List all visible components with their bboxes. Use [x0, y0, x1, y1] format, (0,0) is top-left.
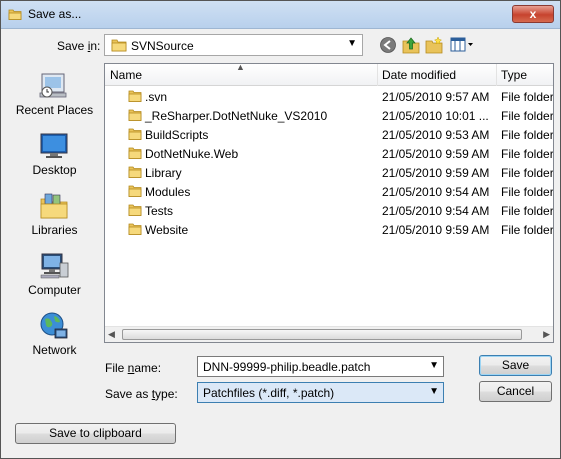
place-label: Computer	[28, 283, 81, 297]
cancel-button[interactable]: Cancel	[479, 381, 552, 402]
scroll-left-icon[interactable]: ◀	[108, 329, 115, 340]
file-name: Website	[145, 223, 189, 237]
save-button[interactable]: Save	[479, 355, 552, 376]
file-type: File folder	[501, 109, 554, 123]
place-libraries[interactable]: Libraries	[10, 187, 99, 247]
file-type: File folder	[501, 147, 554, 161]
file-row[interactable]: BuildScripts 21/05/2010 9:53 AM File fol…	[105, 125, 553, 144]
places-bar: Recent Places Desktop Libraries Computer…	[10, 63, 99, 373]
save-type-value: Patchfiles (*.diff, *.patch)	[203, 386, 335, 400]
file-type: File folder	[501, 204, 554, 218]
place-recent-places[interactable]: Recent Places	[10, 67, 99, 127]
file-date: 21/05/2010 9:54 AM	[382, 185, 490, 199]
save-in-label: Save in:	[57, 39, 101, 53]
chevron-down-icon: ▼	[347, 38, 357, 49]
file-date: 21/05/2010 10:01 ...	[382, 109, 489, 123]
file-row[interactable]: Library 21/05/2010 9:59 AM File folder	[105, 163, 553, 182]
place-label: Recent Places	[15, 103, 94, 117]
save-in-value: SVNSource	[131, 39, 194, 53]
file-date: 21/05/2010 9:59 AM	[382, 223, 490, 237]
scrollbar-thumb[interactable]	[122, 329, 522, 340]
column-header-date[interactable]: Date modified	[382, 68, 456, 82]
save-in-dropdown[interactable]: SVNSource ▼	[104, 34, 363, 56]
desktop-icon	[40, 133, 68, 158]
chevron-down-icon: ▼	[429, 386, 439, 397]
column-divider[interactable]	[496, 64, 497, 86]
file-date: 21/05/2010 9:54 AM	[382, 204, 490, 218]
file-name: Library	[145, 166, 182, 180]
file-row[interactable]: Tests 21/05/2010 9:54 AM File folder	[105, 201, 553, 220]
column-divider[interactable]	[377, 64, 378, 86]
close-icon: x	[529, 7, 537, 21]
file-type: File folder	[501, 223, 554, 237]
place-label: Network	[32, 343, 77, 357]
computer-icon	[40, 253, 69, 279]
file-name: .svn	[145, 90, 168, 104]
sort-ascending-icon: ▲	[236, 63, 245, 72]
horizontal-scrollbar[interactable]: ◀ ▶	[105, 326, 553, 342]
folder-icon	[128, 128, 142, 140]
file-row[interactable]: DotNetNuke.Web 21/05/2010 9:59 AM File f…	[105, 144, 553, 163]
file-date: 21/05/2010 9:57 AM	[382, 90, 490, 104]
file-list-header: ▲ Name Date modified Type	[105, 64, 553, 86]
file-name: BuildScripts	[145, 128, 209, 142]
place-computer[interactable]: Computer	[10, 247, 99, 307]
save-type-dropdown[interactable]: Patchfiles (*.diff, *.patch) ▼	[197, 382, 444, 403]
close-button[interactable]: x	[512, 5, 554, 23]
folder-icon	[128, 166, 142, 178]
column-header-name[interactable]: Name	[110, 68, 142, 82]
folder-icon	[128, 90, 142, 102]
network-icon	[40, 312, 68, 339]
file-date: 21/05/2010 9:53 AM	[382, 128, 490, 142]
file-type: File folder	[501, 166, 554, 180]
file-row[interactable]: Modules 21/05/2010 9:54 AM File folder	[105, 182, 553, 201]
file-name: Modules	[145, 185, 191, 199]
file-row[interactable]: _ReSharper.DotNetNuke_VS2010 21/05/2010 …	[105, 106, 553, 125]
place-network[interactable]: Network	[10, 307, 99, 367]
back-button[interactable]	[378, 35, 398, 55]
up-folder-button[interactable]	[401, 35, 421, 55]
title-bar[interactable]: Save as... x	[1, 1, 560, 29]
file-type: File folder	[501, 90, 554, 104]
window-title: Save as...	[28, 7, 82, 21]
folder-icon	[128, 204, 142, 216]
folder-icon	[8, 9, 22, 20]
place-label: Libraries	[31, 223, 78, 237]
save-to-clipboard-button[interactable]: Save to clipboard	[15, 423, 176, 444]
file-name: _ReSharper.DotNetNuke_VS2010	[145, 109, 328, 123]
save-as-dialog: Save as... x Save in: SVNSource ▼ Recent…	[0, 0, 561, 459]
file-list[interactable]: ▲ Name Date modified Type .svn 21/05/201…	[104, 63, 554, 343]
view-menu-button[interactable]	[449, 35, 475, 55]
file-name-input[interactable]: DNN-99999-philip.beadle.patch ▼	[197, 356, 444, 377]
file-name-value: DNN-99999-philip.beadle.patch	[203, 360, 371, 374]
recent-places-icon	[39, 73, 67, 98]
file-row[interactable]: .svn 21/05/2010 9:57 AM File folder	[105, 87, 553, 106]
save-type-label: Save as type:	[105, 387, 178, 401]
scroll-right-icon[interactable]: ▶	[543, 329, 550, 340]
file-name: DotNetNuke.Web	[145, 147, 239, 161]
folder-icon	[128, 147, 142, 159]
place-label: Desktop	[32, 163, 77, 177]
file-type: File folder	[501, 128, 554, 142]
folder-icon	[111, 39, 127, 52]
file-date: 21/05/2010 9:59 AM	[382, 147, 490, 161]
place-desktop[interactable]: Desktop	[10, 127, 99, 187]
chevron-down-icon[interactable]: ▼	[429, 360, 439, 371]
file-type: File folder	[501, 185, 554, 199]
file-date: 21/05/2010 9:59 AM	[382, 166, 490, 180]
new-folder-button[interactable]	[424, 35, 444, 55]
file-name-label: File name:	[105, 361, 162, 375]
folder-icon	[128, 223, 142, 235]
folder-icon	[128, 109, 142, 121]
column-header-type[interactable]: Type	[501, 68, 527, 82]
file-name: Tests	[145, 204, 174, 218]
folder-icon	[128, 185, 142, 197]
file-row[interactable]: Website 21/05/2010 9:59 AM File folder	[105, 220, 553, 239]
libraries-icon	[40, 193, 68, 219]
